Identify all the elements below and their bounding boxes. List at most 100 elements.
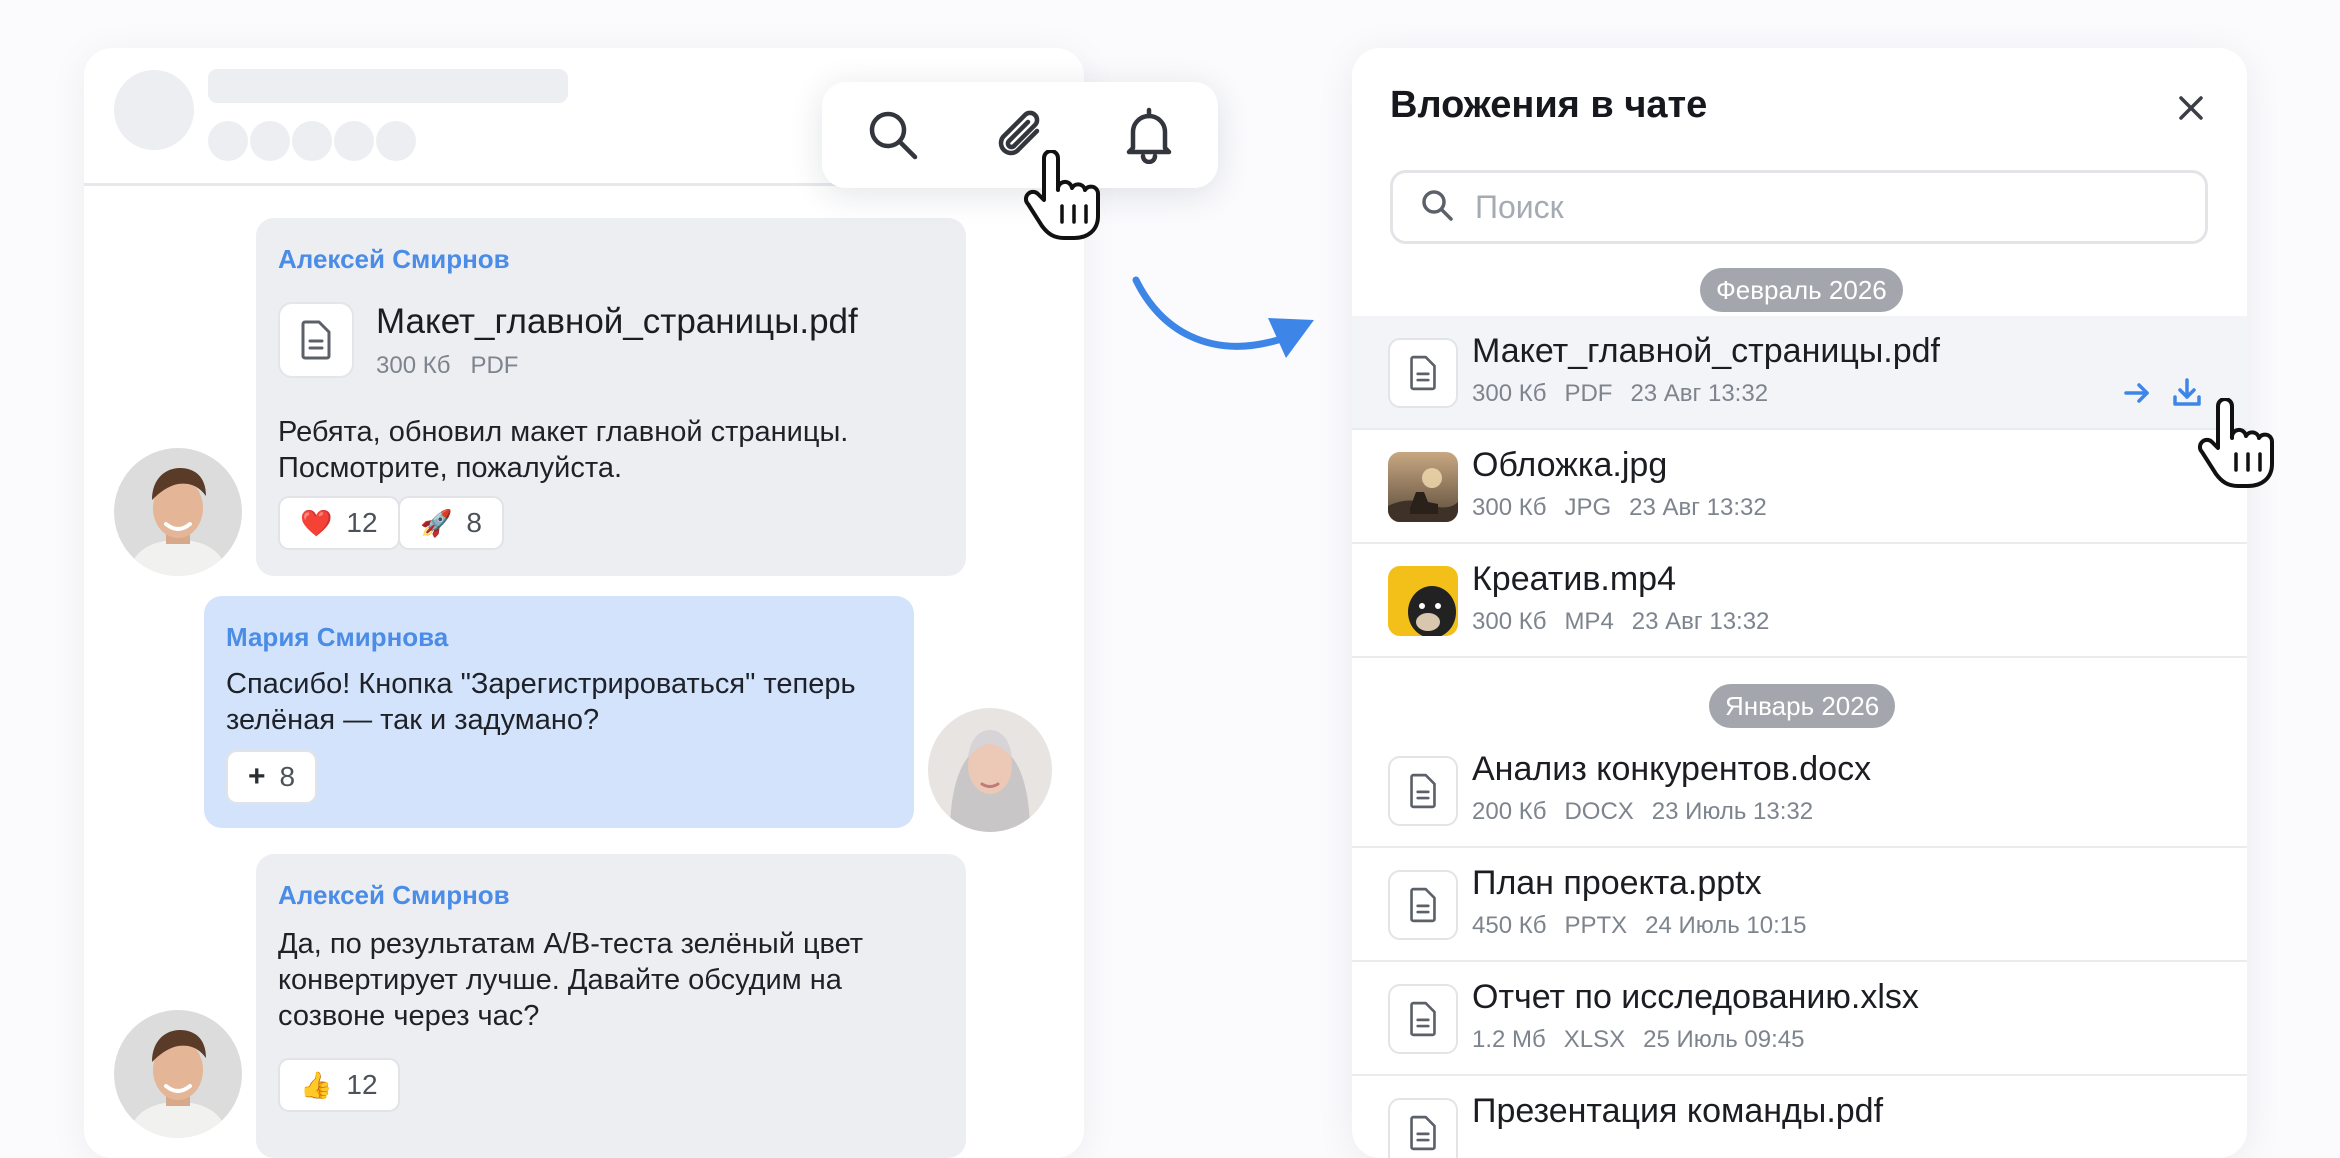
heart-emoji-icon: ❤️ (300, 507, 333, 538)
skeleton-dot (250, 121, 290, 161)
attachment-size: 300 Кб (1472, 608, 1547, 635)
message-bubble: Алексей Смирнов Да, по результатам A/B-т… (256, 854, 966, 1158)
skeleton-avatar (114, 70, 194, 150)
attachment-type: JPG (1564, 494, 1612, 521)
attachment-type: PDF (1564, 380, 1613, 407)
reaction-thumbs-up[interactable]: 👍 12 (278, 1058, 400, 1112)
attachment-meta: 200 Кб DOCX 23 Июль 13:32 (1472, 798, 1831, 826)
thumbs-up-emoji-icon: 👍 (300, 1069, 333, 1100)
search-icon[interactable] (860, 102, 926, 168)
attachment-meta: 1.2 Мб XLSX 25 Июль 09:45 (1472, 1026, 1822, 1054)
reaction-count: 12 (346, 507, 378, 538)
attachment-size: 1.2 Мб (1472, 1026, 1546, 1053)
search-field (1390, 170, 2208, 244)
reaction-count: 12 (346, 1069, 378, 1100)
attachment-meta: 300 Кб PDF 23 Авг 13:32 (1472, 380, 1786, 408)
attachment-name: Обложка.jpg (1472, 446, 1668, 484)
transition-arrow-icon (1130, 270, 1330, 375)
attachment-row[interactable]: Креатив.mp4 300 Кб MP4 23 Авг 13:32 (1352, 544, 2247, 658)
search-icon (1419, 187, 1455, 228)
avatar-aleksey[interactable] (114, 1010, 242, 1138)
skeleton-title (208, 69, 568, 103)
attachment-date: 25 Июль 09:45 (1643, 1026, 1805, 1053)
attachment-size: 300 Кб (1472, 494, 1547, 521)
hand-cursor-icon (1022, 149, 1102, 247)
file-size: 300 Кб (376, 352, 451, 379)
reaction-heart[interactable]: ❤️ 12 (278, 496, 400, 550)
file-attachment-icon[interactable] (278, 302, 354, 378)
file-attachment-meta: 300 Кб PDF (376, 352, 538, 380)
rocket-emoji-icon: 🚀 (420, 507, 453, 538)
attachment-date: 23 Авг 13:32 (1631, 608, 1770, 635)
skeleton-dot (208, 121, 248, 161)
bell-icon[interactable] (1116, 102, 1182, 168)
attachment-meta: 450 Кб PPTX 24 Июль 10:15 (1472, 912, 1824, 940)
reaction-rocket[interactable]: 🚀 8 (398, 496, 504, 550)
message-bubble: Алексей Смирнов Макет_главной_страницы.p… (256, 218, 966, 576)
message-sender[interactable]: Мария Смирнова (226, 622, 448, 653)
message-text: Да, по результатам A/B-теста зелёный цве… (278, 926, 948, 1034)
attachment-row[interactable]: План проекта.pptx 450 Кб PPTX 24 Июль 10:1… (1352, 848, 2247, 962)
attachment-name: Презентация команды.pdf (1472, 1092, 1884, 1130)
date-group-badge: Февраль 2026 (1700, 268, 1903, 312)
attachment-meta: 300 Кб JPG 23 Авг 13:32 (1472, 494, 1785, 522)
avatar-aleksey[interactable] (114, 448, 242, 576)
message-text-line: Спасибо! Кнопка "Зарегистрироваться" теп… (226, 668, 856, 700)
chat-toolbar (822, 82, 1218, 188)
attachment-row[interactable]: Обложка.jpg 300 Кб JPG 23 Авг 13:32 (1352, 430, 2247, 544)
message-sender[interactable]: Алексей Смирнов (278, 880, 510, 911)
close-icon[interactable] (2173, 90, 2209, 126)
message-text-line: Ребята, обновил макет главной страницы. (278, 416, 849, 448)
document-icon (1388, 756, 1458, 826)
message-text-line: созвоне через час? (278, 1000, 540, 1032)
message-text-line: конвертирует лучше. Давайте обсудим на (278, 964, 842, 996)
attachment-type: PPTX (1564, 912, 1628, 939)
avatar-maria[interactable] (928, 708, 1052, 832)
attachment-name: План проекта.pptx (1472, 864, 1762, 902)
reaction-count: 8 (279, 761, 296, 792)
attachment-name: Анализ конкурентов.docx (1472, 750, 1872, 788)
attachments-panel: Вложения в чате Февраль 2026 Макет_главн… (1352, 48, 2247, 1158)
attachment-date: 24 Июль 10:15 (1645, 912, 1807, 939)
message-text: Спасибо! Кнопка "Зарегистрироваться" теп… (226, 666, 896, 738)
message-sender[interactable]: Алексей Смирнов (278, 244, 510, 275)
document-icon (1388, 870, 1458, 940)
file-attachment-name[interactable]: Макет_главной_страницы.pdf (376, 302, 858, 342)
panel-title: Вложения в чате (1390, 84, 1708, 126)
video-thumbnail (1388, 566, 1458, 636)
attachment-row[interactable]: Презентация команды.pdf (1352, 1076, 2247, 1158)
file-type: PDF (470, 352, 519, 379)
reaction-count: 8 (466, 507, 482, 538)
attachment-size: 450 Кб (1472, 912, 1547, 939)
attachment-type: DOCX (1564, 798, 1634, 825)
hand-cursor-icon (2196, 397, 2276, 495)
attachment-row[interactable]: Макет_главной_страницы.pdf 300 Кб PDF 23 А… (1352, 316, 2247, 430)
attachment-size: 300 Кб (1472, 380, 1547, 407)
document-icon (1388, 338, 1458, 408)
attachment-name: Отчет по исследованию.xlsx (1472, 978, 1919, 1016)
attachment-row[interactable]: Отчет по исследованию.xlsx 1.2 Мб XLSX 25 … (1352, 962, 2247, 1076)
go-to-message-arrow-icon[interactable] (2120, 376, 2154, 410)
attachment-date: 23 Авг 13:32 (1629, 494, 1767, 521)
attachment-type: XLSX (1563, 1026, 1626, 1053)
attachment-type: MP4 (1564, 608, 1614, 635)
attachment-size: 200 Кб (1472, 798, 1547, 825)
attachment-name: Макет_главной_страницы.pdf (1472, 332, 1940, 370)
message-text: Ребята, обновил макет главной страницы. … (278, 414, 938, 486)
attachment-name: Креатив.mp4 (1472, 560, 1676, 598)
image-thumbnail (1388, 452, 1458, 522)
message-text-line: Да, по результатам A/B-теста зелёный цве… (278, 928, 864, 960)
attachment-date: 23 Июль 13:32 (1651, 798, 1814, 825)
message-text-line: зелёная — так и задумано? (226, 704, 600, 736)
attachment-date: 23 Авг 13:32 (1630, 380, 1769, 407)
reaction-plus[interactable]: + 8 (226, 750, 318, 804)
chat-window: Алексей Смирнов Макет_главной_страницы.p… (84, 48, 1084, 1158)
message-bubble-own: Мария Смирнова Спасибо! Кнопка "Зарегист… (204, 596, 914, 828)
document-icon (1388, 1098, 1458, 1158)
attachment-row[interactable]: Анализ конкурентов.docx 200 Кб DOCX 23 Июл… (1352, 734, 2247, 848)
skeleton-dot (376, 121, 416, 161)
search-input[interactable] (1473, 187, 2177, 227)
document-icon (1388, 984, 1458, 1054)
plus-icon: + (248, 760, 266, 793)
attachment-meta: 300 Кб MP4 23 Авг 13:32 (1472, 608, 1787, 636)
